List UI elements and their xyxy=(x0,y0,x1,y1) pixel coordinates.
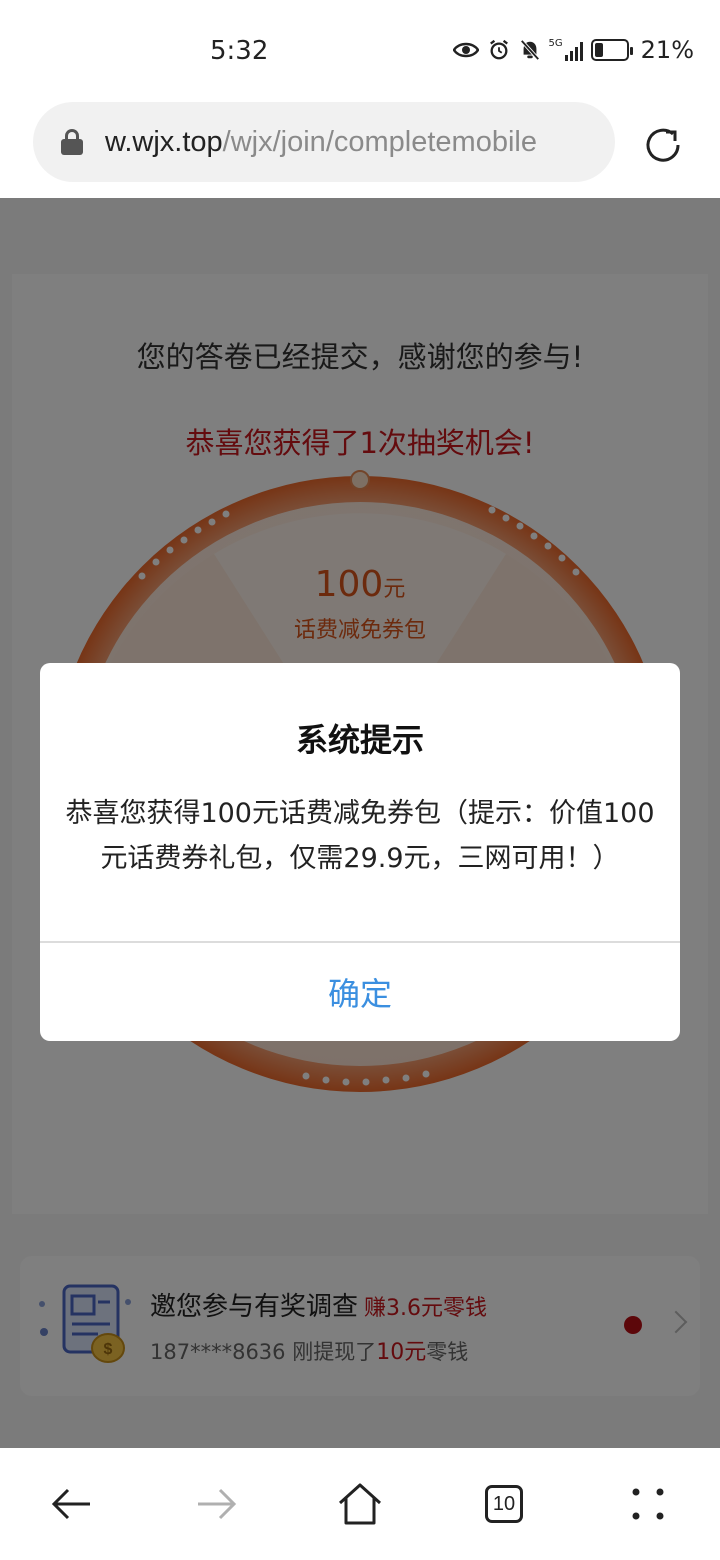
home-button[interactable] xyxy=(330,1474,390,1534)
eye-icon xyxy=(452,42,479,58)
status-time: 5:32 xyxy=(210,36,269,66)
url-text[interactable]: w.wjx.top/wjx/join/completemobile xyxy=(105,126,537,159)
alarm-icon xyxy=(489,39,508,60)
home-icon xyxy=(338,1483,382,1525)
forward-arrow-icon xyxy=(198,1488,237,1520)
signal-label: 5G xyxy=(548,38,563,49)
system-dialog: 系统提示 恭喜您获得100元话费减免券包（提示：价值100元话费券礼包，仅需29… xyxy=(40,663,680,1041)
back-button[interactable] xyxy=(42,1474,102,1534)
signal-icon: 5G xyxy=(549,39,583,61)
dialog-message: 恭喜您获得100元话费减免券包（提示：价值100元话费券礼包，仅需29.9元，三… xyxy=(65,798,655,874)
back-arrow-icon xyxy=(51,1488,90,1520)
dialog-title: 系统提示 xyxy=(295,721,424,759)
reload-icon[interactable] xyxy=(640,122,686,168)
confirm-button[interactable]: 确定 xyxy=(40,943,680,1041)
url-path: /wjx/join/completemobile xyxy=(222,125,537,158)
menu-button[interactable] xyxy=(618,1474,678,1534)
mute-bell-icon xyxy=(519,39,540,61)
browser-toolbar: w.wjx.top/wjx/join/completemobile xyxy=(0,100,720,198)
address-bar[interactable]: w.wjx.top/wjx/join/completemobile xyxy=(33,102,615,182)
browser-bottom-nav: 10 xyxy=(0,1448,720,1560)
tabs-button[interactable]: 10 xyxy=(474,1474,534,1534)
battery-percent: 21% xyxy=(640,36,694,64)
status-bar: 5:32 5G 21% xyxy=(0,0,720,100)
more-dots-icon xyxy=(632,1488,664,1520)
tabs-icon: 10 xyxy=(485,1485,523,1523)
url-host: w.wjx.top xyxy=(105,125,223,158)
lock-icon xyxy=(61,129,83,155)
status-icons: 5G 21% xyxy=(452,36,694,64)
forward-button[interactable] xyxy=(186,1474,246,1534)
battery-icon xyxy=(590,39,633,61)
